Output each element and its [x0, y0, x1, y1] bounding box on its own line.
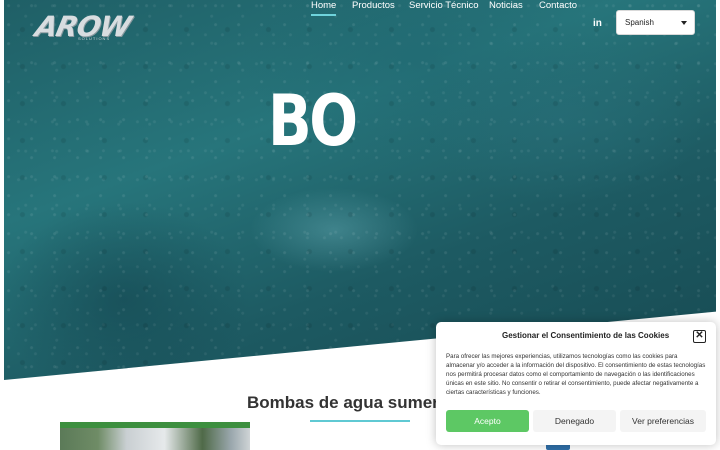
linkedin-icon[interactable]: in: [593, 19, 603, 29]
language-select[interactable]: Spanish: [616, 10, 695, 35]
deny-button[interactable]: Denegado: [533, 410, 616, 432]
product-image[interactable]: [60, 422, 250, 450]
section-underline: [310, 420, 410, 422]
view-preferences-button[interactable]: Ver preferencias: [620, 410, 706, 432]
nav-contacto[interactable]: Contacto: [539, 0, 577, 11]
close-icon[interactable]: ✕: [693, 330, 706, 343]
nav-servicio-tecnico[interactable]: Servicio Técnico: [409, 0, 479, 11]
nav-productos[interactable]: Productos: [352, 0, 395, 11]
nav-home[interactable]: Home: [311, 0, 337, 16]
cookie-dialog-text: Para ofrecer las mejores experiencias, u…: [446, 353, 706, 396]
hero-title: BOI: [268, 80, 358, 160]
logo-subtitle: SOLUTIONS: [78, 36, 111, 41]
cookie-dialog-title: Gestionar el Consentimiento de las Cooki…: [502, 331, 670, 340]
chevron-down-icon: [681, 21, 687, 25]
accept-button[interactable]: Acepto: [446, 410, 529, 432]
language-select-value: Spanish: [625, 18, 654, 27]
section-title: Bombas de agua sumerg: [247, 393, 450, 412]
page: AROW SOLUTIONS Home Productos Servicio T…: [0, 0, 720, 450]
nav-noticias[interactable]: Noticias: [489, 0, 523, 11]
cookie-consent-dialog: Gestionar el Consentimiento de las Cooki…: [436, 322, 716, 445]
